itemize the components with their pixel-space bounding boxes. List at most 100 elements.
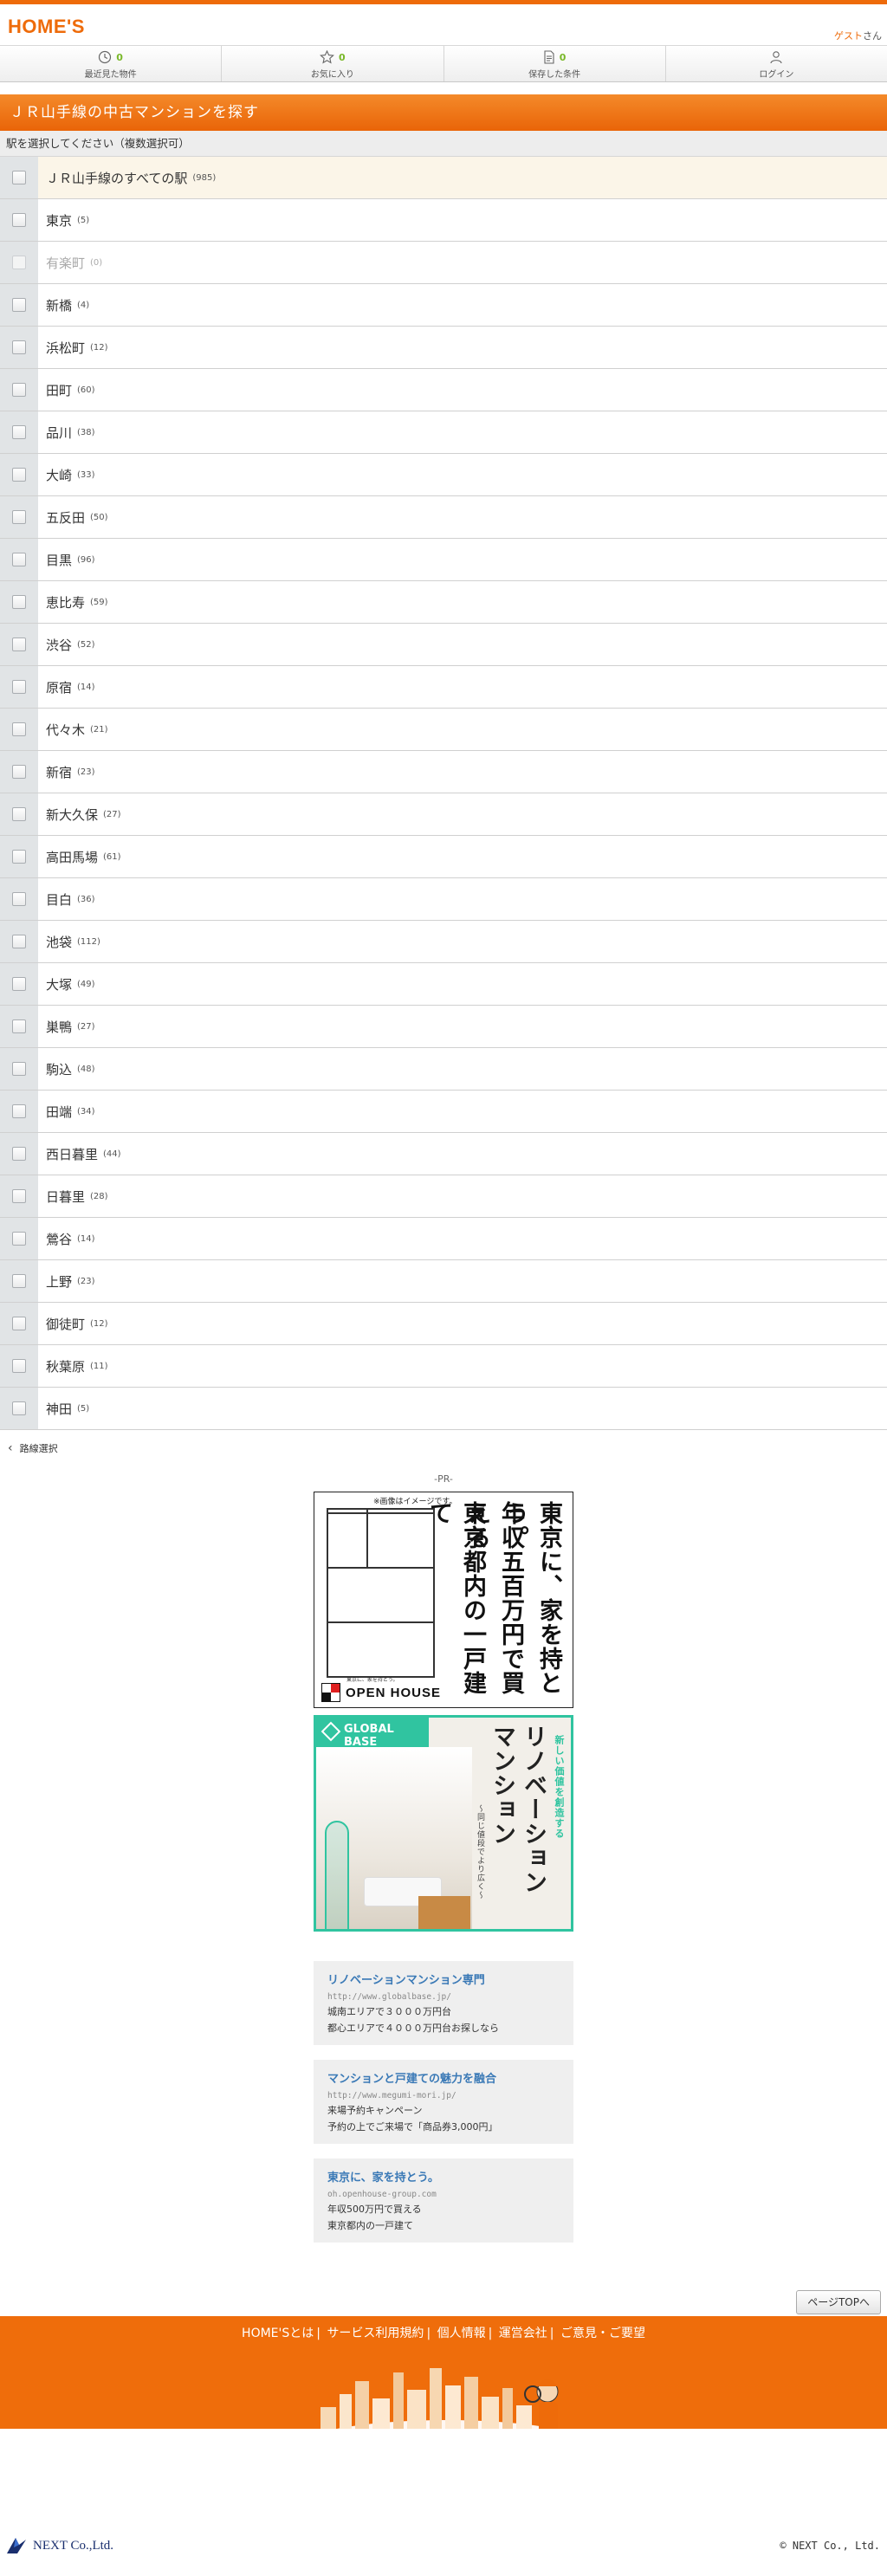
next-company-logo[interactable]: NEXT Co.,Ltd.: [5, 2534, 113, 2557]
homes-logo[interactable]: HOME'S: [8, 16, 85, 38]
station-row[interactable]: 大塚 (49): [0, 963, 887, 1006]
checkbox[interactable]: [12, 553, 26, 566]
station-count: (985): [192, 172, 217, 183]
station-row[interactable]: 東京 (5): [0, 199, 887, 242]
checkbox[interactable]: [12, 1189, 26, 1203]
station-row[interactable]: 五反田 (50): [0, 496, 887, 539]
station-row[interactable]: 巣鴨 (27): [0, 1006, 887, 1048]
banner-kicker: 新しい価値を創造する: [554, 1735, 565, 1839]
checkbox[interactable]: [12, 680, 26, 694]
station-row[interactable]: 原宿 (14): [0, 666, 887, 709]
text-ad-title[interactable]: マンションと戸建ての魅力を融合: [327, 2069, 560, 2086]
checkbox[interactable]: [12, 1232, 26, 1246]
page-top-button[interactable]: ページTOPへ: [796, 2290, 881, 2314]
checkbox[interactable]: [12, 468, 26, 482]
checkbox[interactable]: [12, 935, 26, 948]
openhouse-logo: 東京に、家を持とう。 OPEN HOUSE: [321, 1677, 441, 1702]
station-name: 上野: [46, 1273, 73, 1290]
station-row[interactable]: 代々木 (21): [0, 709, 887, 751]
checkbox[interactable]: [12, 1359, 26, 1373]
person-silhouette-icon: [325, 1821, 349, 1929]
station-row[interactable]: 田端 (34): [0, 1091, 887, 1133]
station-rows: 東京 (5) 有楽町 (0) 新橋 (4) 浜松町 (12) 田町 (60) 品川 (38) 大崎 (33…: [0, 199, 887, 1430]
checkbox[interactable]: [12, 595, 26, 609]
station-row[interactable]: 鶯谷 (14): [0, 1218, 887, 1260]
checkbox[interactable]: [12, 425, 26, 439]
station-row[interactable]: 品川 (38): [0, 411, 887, 454]
station-count: (61): [103, 851, 121, 862]
text-ad[interactable]: リノベーションマンション専門 http://www.globalbase.jp/…: [314, 1961, 573, 2045]
station-row[interactable]: 日暮里 (28): [0, 1175, 887, 1218]
checkbox[interactable]: [12, 171, 26, 184]
checkbox[interactable]: [12, 510, 26, 524]
footer-link-privacy[interactable]: 個人情報: [437, 2327, 486, 2340]
station-row[interactable]: 御徒町 (12): [0, 1303, 887, 1345]
checkbox[interactable]: [12, 807, 26, 821]
nav-saved-conditions[interactable]: 0 保存した条件: [444, 46, 666, 81]
footer-link-company[interactable]: 運営会社: [499, 2327, 547, 2340]
checkbox[interactable]: [12, 1104, 26, 1118]
station-row[interactable]: 神田 (5): [0, 1388, 887, 1430]
station-row[interactable]: 西日暮里 (44): [0, 1133, 887, 1175]
station-count: (112): [77, 936, 100, 947]
station-row[interactable]: 駒込 (48): [0, 1048, 887, 1091]
nav-recently-viewed[interactable]: 0 最近見た物件: [0, 46, 223, 81]
checkbox[interactable]: [12, 1274, 26, 1288]
nav-login[interactable]: ログイン: [666, 46, 887, 81]
checkbox[interactable]: [12, 765, 26, 779]
checkbox[interactable]: [12, 850, 26, 864]
station-row[interactable]: 目白 (36): [0, 878, 887, 921]
text-ad[interactable]: 東京に、家を持とう。 oh.openhouse-group.com 年収500万…: [314, 2159, 573, 2243]
station-count: (96): [77, 554, 95, 565]
checkbox[interactable]: [12, 213, 26, 227]
checkbox[interactable]: [12, 722, 26, 736]
station-count: (5): [77, 215, 90, 225]
station-count: (27): [103, 809, 121, 819]
station-row[interactable]: 新橋 (4): [0, 284, 887, 327]
text-ad[interactable]: マンションと戸建ての魅力を融合 http://www.megumi-mori.j…: [314, 2060, 573, 2144]
station-name: 神田: [46, 1401, 73, 1417]
guest-name[interactable]: ゲスト: [834, 30, 863, 42]
station-row[interactable]: 新宿 (23): [0, 751, 887, 793]
checkbox[interactable]: [12, 340, 26, 354]
checkbox[interactable]: [12, 977, 26, 991]
route-select-link[interactable]: ‹ 路線選択: [0, 1430, 887, 1466]
station-row[interactable]: 新大久保 (27): [0, 793, 887, 836]
checkbox[interactable]: [12, 1062, 26, 1076]
station-row[interactable]: 目黒 (96): [0, 539, 887, 581]
station-row[interactable]: 渋谷 (52): [0, 624, 887, 666]
station-name: 大塚: [46, 976, 73, 993]
checkbox[interactable]: [12, 1019, 26, 1033]
station-row[interactable]: 上野 (23): [0, 1260, 887, 1303]
text-ad-title[interactable]: リノベーションマンション専門: [327, 1971, 560, 1987]
station-row-all[interactable]: ＪＲ山手線のすべての駅 (985): [0, 157, 887, 199]
checkbox[interactable]: [12, 638, 26, 651]
station-row[interactable]: 高田馬場 (61): [0, 836, 887, 878]
nav-favorites[interactable]: 0 お気に入り: [222, 46, 444, 81]
banner-subline: 〜同じ値段でより広く〜: [476, 1804, 484, 1900]
checkbox[interactable]: [12, 1401, 26, 1415]
globalbase-banner[interactable]: GLOBAL BASE TOKYO RENOVATION CONDOMINIUM…: [314, 1715, 573, 1932]
station-row[interactable]: 秋葉原 (11): [0, 1345, 887, 1388]
text-ad-title[interactable]: 東京に、家を持とう。: [327, 2168, 560, 2184]
footer-link-feedback[interactable]: ご意見・ご要望: [560, 2327, 645, 2340]
checkbox[interactable]: [12, 892, 26, 906]
checkbox[interactable]: [12, 1317, 26, 1330]
station-row[interactable]: 大崎 (33): [0, 454, 887, 496]
checkbox[interactable]: [12, 383, 26, 397]
station-row[interactable]: 恵比寿 (59): [0, 581, 887, 624]
openhouse-banner[interactable]: ※画像はイメージです。 東京に、家を持とう。 年収五百万円で買える 東京都内の一…: [314, 1492, 573, 1708]
station-name: 新大久保: [46, 806, 99, 823]
bottom-bar: NEXT Co.,Ltd. © NEXT Co., Ltd.: [0, 2429, 887, 2576]
nav-count: 0: [116, 51, 123, 63]
station-row[interactable]: 浜松町 (12): [0, 327, 887, 369]
footer-link-terms[interactable]: サービス利用規約: [327, 2327, 424, 2340]
station-row[interactable]: 田町 (60): [0, 369, 887, 411]
text-ad-line: 都心エリアで４０００万円台お探しなら: [327, 2023, 499, 2034]
footer-link-about[interactable]: HOME'Sとは: [242, 2327, 314, 2340]
checkbox[interactable]: [12, 1147, 26, 1161]
station-count: (11): [90, 1361, 108, 1371]
nav-count: 0: [559, 51, 567, 63]
checkbox[interactable]: [12, 298, 26, 312]
station-row[interactable]: 池袋 (112): [0, 921, 887, 963]
